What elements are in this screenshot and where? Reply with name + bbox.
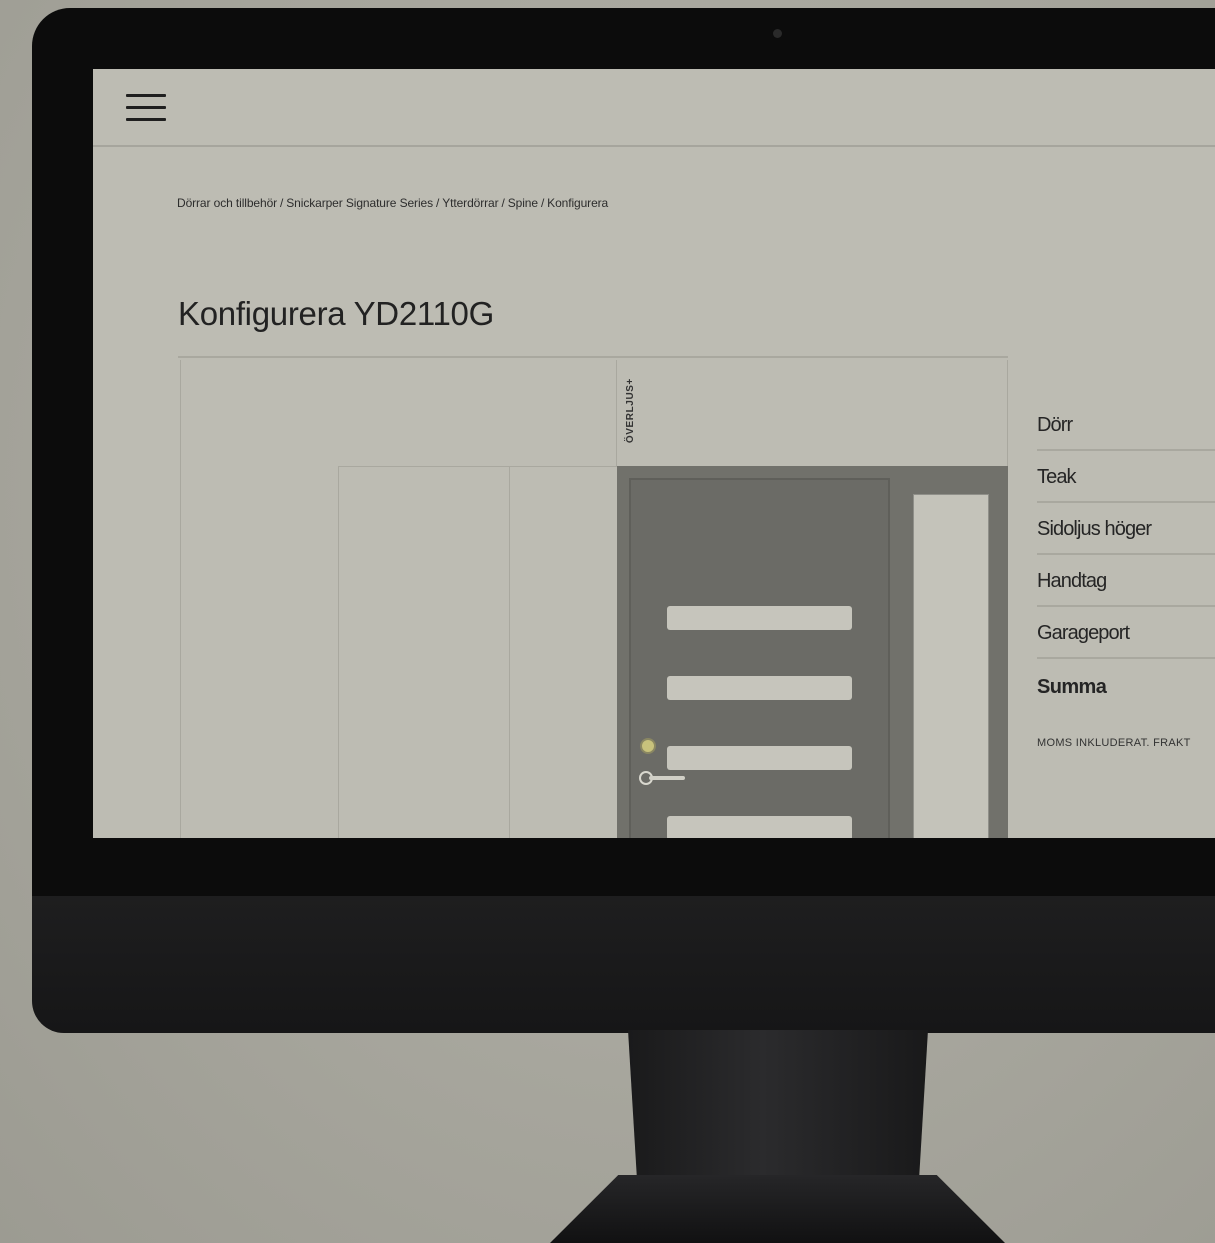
summary-row-handle[interactable]: Handtag <box>1037 555 1215 607</box>
summary-label: Handtag <box>1037 570 1107 592</box>
breadcrumb-item-konfigurera: Konfigurera <box>547 196 609 210</box>
door-configuration-preview: ÖVERLJUS+ <box>178 356 1008 838</box>
page-title: Konfigurera YD2110G <box>178 295 494 332</box>
screen: Dörrar och tillbehör / Snickarper Signatur… <box>93 69 1215 838</box>
door-glass-slot <box>667 676 852 700</box>
breadcrumb-separator: / <box>436 196 440 210</box>
breadcrumb: Dörrar och tillbehör / Snickarper Signatur… <box>177 196 608 210</box>
sidelight-right[interactable] <box>913 494 989 838</box>
top-bar <box>93 69 1215 147</box>
summary-row-teak[interactable]: Teak <box>1037 451 1215 503</box>
preview-frame-line <box>509 466 510 838</box>
lock-cylinder-icon <box>640 738 656 754</box>
summary-label: Teak <box>1037 466 1077 488</box>
summary-row-sidelight[interactable]: Sidoljus höger <box>1037 503 1215 555</box>
camera-icon <box>773 29 782 38</box>
breadcrumb-item-ytterdorrar[interactable]: Ytterdörrar <box>442 196 498 210</box>
preview-frame-line <box>180 360 181 838</box>
breadcrumb-item-signature-series[interactable]: Snickarper Signature Series <box>286 196 433 210</box>
door-leaf[interactable] <box>629 478 890 838</box>
summary-label: Sidoljus höger <box>1037 518 1152 540</box>
facade-panel <box>338 466 618 838</box>
summary-total: Summa <box>1037 659 1215 711</box>
breadcrumb-item-spine[interactable]: Spine <box>508 196 538 210</box>
breadcrumb-item-dorrar[interactable]: Dörrar och tillbehör <box>177 196 277 210</box>
door-glass-slot <box>667 606 852 630</box>
breadcrumb-separator: / <box>540 196 545 210</box>
breadcrumb-separator: / <box>280 196 284 210</box>
door-handle-bar <box>649 776 685 780</box>
door-glass-slot <box>667 746 852 770</box>
summary-total-label: Summa <box>1037 676 1107 698</box>
transom-label[interactable]: ÖVERLJUS+ <box>625 378 636 443</box>
summary-label: Garageport <box>1037 622 1130 644</box>
preview-frame-line <box>616 360 617 466</box>
breadcrumb-separator: / <box>501 196 505 210</box>
door-wall <box>617 466 1008 838</box>
vat-shipping-note: MOMS INKLUDERAT. FRAKT <box>1037 737 1191 749</box>
monitor-stand <box>628 1030 928 1180</box>
summary-label: Dörr <box>1037 414 1073 436</box>
summary-row-door[interactable]: Dörr <box>1037 399 1215 451</box>
door-glass-slot <box>667 816 852 838</box>
configuration-summary: Dörr Teak Sidoljus höger Handtag Garagep… <box>1037 399 1215 749</box>
monitor-chin <box>32 896 1215 1033</box>
preview-frame-line <box>1007 360 1008 466</box>
monitor-foot <box>550 1175 1005 1243</box>
hamburger-menu-icon[interactable] <box>126 94 168 122</box>
summary-row-garage-door[interactable]: Garageport <box>1037 607 1215 659</box>
